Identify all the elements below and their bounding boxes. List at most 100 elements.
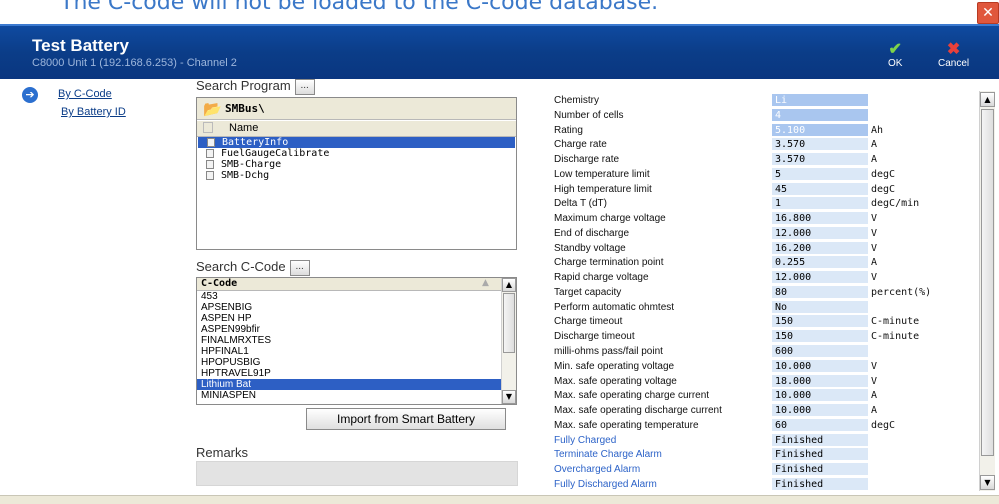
scroll-down-icon[interactable]: ▼: [502, 390, 516, 404]
program-item[interactable]: BatteryInfo: [198, 137, 515, 148]
parameter-label: Overcharged Alarm: [554, 464, 641, 476]
ccode-item[interactable]: MINIASPEN: [197, 390, 501, 401]
parameter-unit: C-minute: [871, 331, 920, 343]
parameter-value[interactable]: 150: [772, 315, 868, 329]
parameter-value[interactable]: Finished: [772, 477, 868, 491]
ccode-column: C-Code: [201, 278, 238, 289]
ccode-item[interactable]: ASPEN99bfir: [197, 324, 501, 335]
parameter-row: Charge rate 3.570 A: [554, 138, 974, 153]
parameter-row: Perform automatic ohmtest No: [554, 300, 974, 316]
parameter-value[interactable]: 10.000: [772, 404, 868, 418]
folder-icon: 📂: [203, 100, 222, 118]
remarks-label: Remarks: [196, 445, 249, 460]
parameter-value[interactable]: Li: [772, 94, 868, 107]
scroll-thumb[interactable]: [981, 109, 994, 456]
ccode-scrollbar[interactable]: ▲ ▼: [501, 278, 516, 404]
ccode-item[interactable]: HPTRAVEL91P: [197, 368, 501, 379]
parameter-row: Standby voltage 16.200 V: [554, 241, 974, 257]
parameter-unit: degC: [871, 168, 896, 180]
parameter-value[interactable]: 1: [772, 197, 868, 211]
nav-by-battery-id[interactable]: By Battery ID: [61, 106, 126, 118]
parameter-value[interactable]: 16.800: [772, 212, 868, 226]
import-smart-battery-button[interactable]: Import from Smart Battery: [306, 408, 506, 430]
file-icon: [207, 138, 215, 147]
file-icon: [206, 160, 214, 169]
program-item[interactable]: SMB-Charge: [197, 159, 516, 170]
parameter-value[interactable]: 60: [772, 418, 868, 432]
ccode-item[interactable]: ASPEN HP: [197, 313, 501, 324]
ok-label: OK: [888, 58, 903, 69]
parameter-value[interactable]: 45: [772, 182, 868, 196]
parameter-unit: V: [871, 375, 878, 387]
parameter-value[interactable]: 12.000: [772, 271, 868, 285]
parameter-label: Max. safe operating temperature: [554, 419, 699, 431]
cancel-button[interactable]: ✖ Cancel: [938, 42, 969, 70]
parameter-value[interactable]: Finished: [772, 433, 868, 447]
parameter-value[interactable]: 80: [772, 285, 868, 299]
ccode-item[interactable]: Lithium Bat: [197, 379, 501, 390]
parameter-value[interactable]: 18.000: [772, 374, 868, 388]
parameter-value[interactable]: 12.000: [772, 226, 868, 240]
parameter-label: Terminate Charge Alarm: [554, 449, 662, 461]
parameter-unit: A: [871, 257, 878, 269]
remarks-field[interactable]: [196, 461, 518, 486]
parameter-value[interactable]: 16.200: [772, 241, 868, 255]
parameter-value[interactable]: Finished: [772, 448, 868, 462]
scroll-thumb[interactable]: [503, 293, 515, 353]
parameter-unit: C-minute: [871, 316, 920, 328]
parameter-unit: degC: [871, 419, 896, 431]
column-checkbox[interactable]: [203, 122, 213, 133]
parameter-scrollbar[interactable]: ▲ ▼: [979, 91, 995, 491]
ccode-item[interactable]: HPFINAL1: [197, 346, 501, 357]
nav-by-ccode[interactable]: By C-Code: [58, 88, 112, 100]
browse-program-button[interactable]: ...: [294, 78, 315, 95]
parameter-value[interactable]: 3.570: [772, 153, 868, 167]
dialog-header: Test Battery C8000 Unit 1 (192.168.6.253…: [0, 24, 999, 79]
program-item[interactable]: FuelGaugeCalibrate: [197, 148, 516, 159]
parameter-value[interactable]: 5: [772, 167, 868, 181]
parameter-label: Charge rate: [554, 139, 607, 151]
program-item[interactable]: SMB-Dchg: [197, 170, 516, 181]
ccode-column-header[interactable]: C-Code ▲: [197, 278, 516, 291]
parameter-unit: percent(%): [871, 286, 932, 298]
parameter-value[interactable]: Finished: [772, 463, 868, 477]
sort-icon: ▲: [482, 278, 489, 288]
parameter-row: milli-ohms pass/fail point 600: [554, 345, 974, 360]
parameter-label: Max. safe operating voltage: [554, 375, 677, 387]
search-program-header: Search Program...: [196, 78, 315, 95]
parameter-value[interactable]: 5.100: [772, 123, 868, 137]
scroll-down-icon[interactable]: ▼: [980, 475, 995, 490]
name-column[interactable]: Name: [229, 122, 258, 134]
ccode-item[interactable]: APSENBIG: [197, 302, 501, 313]
parameter-label: Charge termination point: [554, 257, 664, 269]
parameter-label: Delta T (dT): [554, 198, 607, 210]
ccode-item[interactable]: FINALMRXTES: [197, 335, 501, 346]
parameter-label: Fully Charged: [554, 434, 617, 446]
parameter-value[interactable]: 3.570: [772, 138, 868, 152]
close-button[interactable]: ✕: [977, 2, 999, 24]
parameter-unit: Ah: [871, 124, 884, 136]
parameter-value[interactable]: 0.255: [772, 256, 868, 270]
scroll-up-icon[interactable]: ▲: [980, 92, 995, 107]
parameter-value[interactable]: 600: [772, 345, 868, 359]
parameter-unit: V: [871, 272, 878, 284]
browse-ccode-button[interactable]: ...: [289, 259, 310, 276]
ccode-item[interactable]: HPOPUSBIG: [197, 357, 501, 368]
parameter-value[interactable]: 4: [772, 108, 868, 122]
ccode-item[interactable]: 453: [197, 291, 501, 302]
scroll-up-icon[interactable]: ▲: [502, 278, 516, 292]
parameter-value[interactable]: 10.000: [772, 359, 868, 373]
parameter-value[interactable]: 150: [772, 330, 868, 344]
dialog-subtitle: C8000 Unit 1 (192.168.6.253) - Channel 2: [32, 57, 237, 69]
parameter-value[interactable]: 10.000: [772, 389, 868, 403]
parameter-row: Terminate Charge Alarm Finished: [554, 448, 974, 463]
parameter-row: Max. safe operating discharge current 10.…: [554, 404, 974, 419]
top-strip: The C-code will not be loaded to the C-c…: [0, 0, 999, 24]
parameter-row: Max. safe operating voltage 18.000 V: [554, 374, 974, 390]
parameter-unit: A: [871, 139, 878, 151]
search-ccode-header: Search C-Code...: [196, 259, 310, 276]
parameter-value[interactable]: No: [772, 300, 868, 314]
program-column-header: Name: [197, 121, 516, 137]
parameter-label: Rapid charge voltage: [554, 272, 649, 284]
ok-button[interactable]: ✔ OK: [888, 42, 903, 70]
